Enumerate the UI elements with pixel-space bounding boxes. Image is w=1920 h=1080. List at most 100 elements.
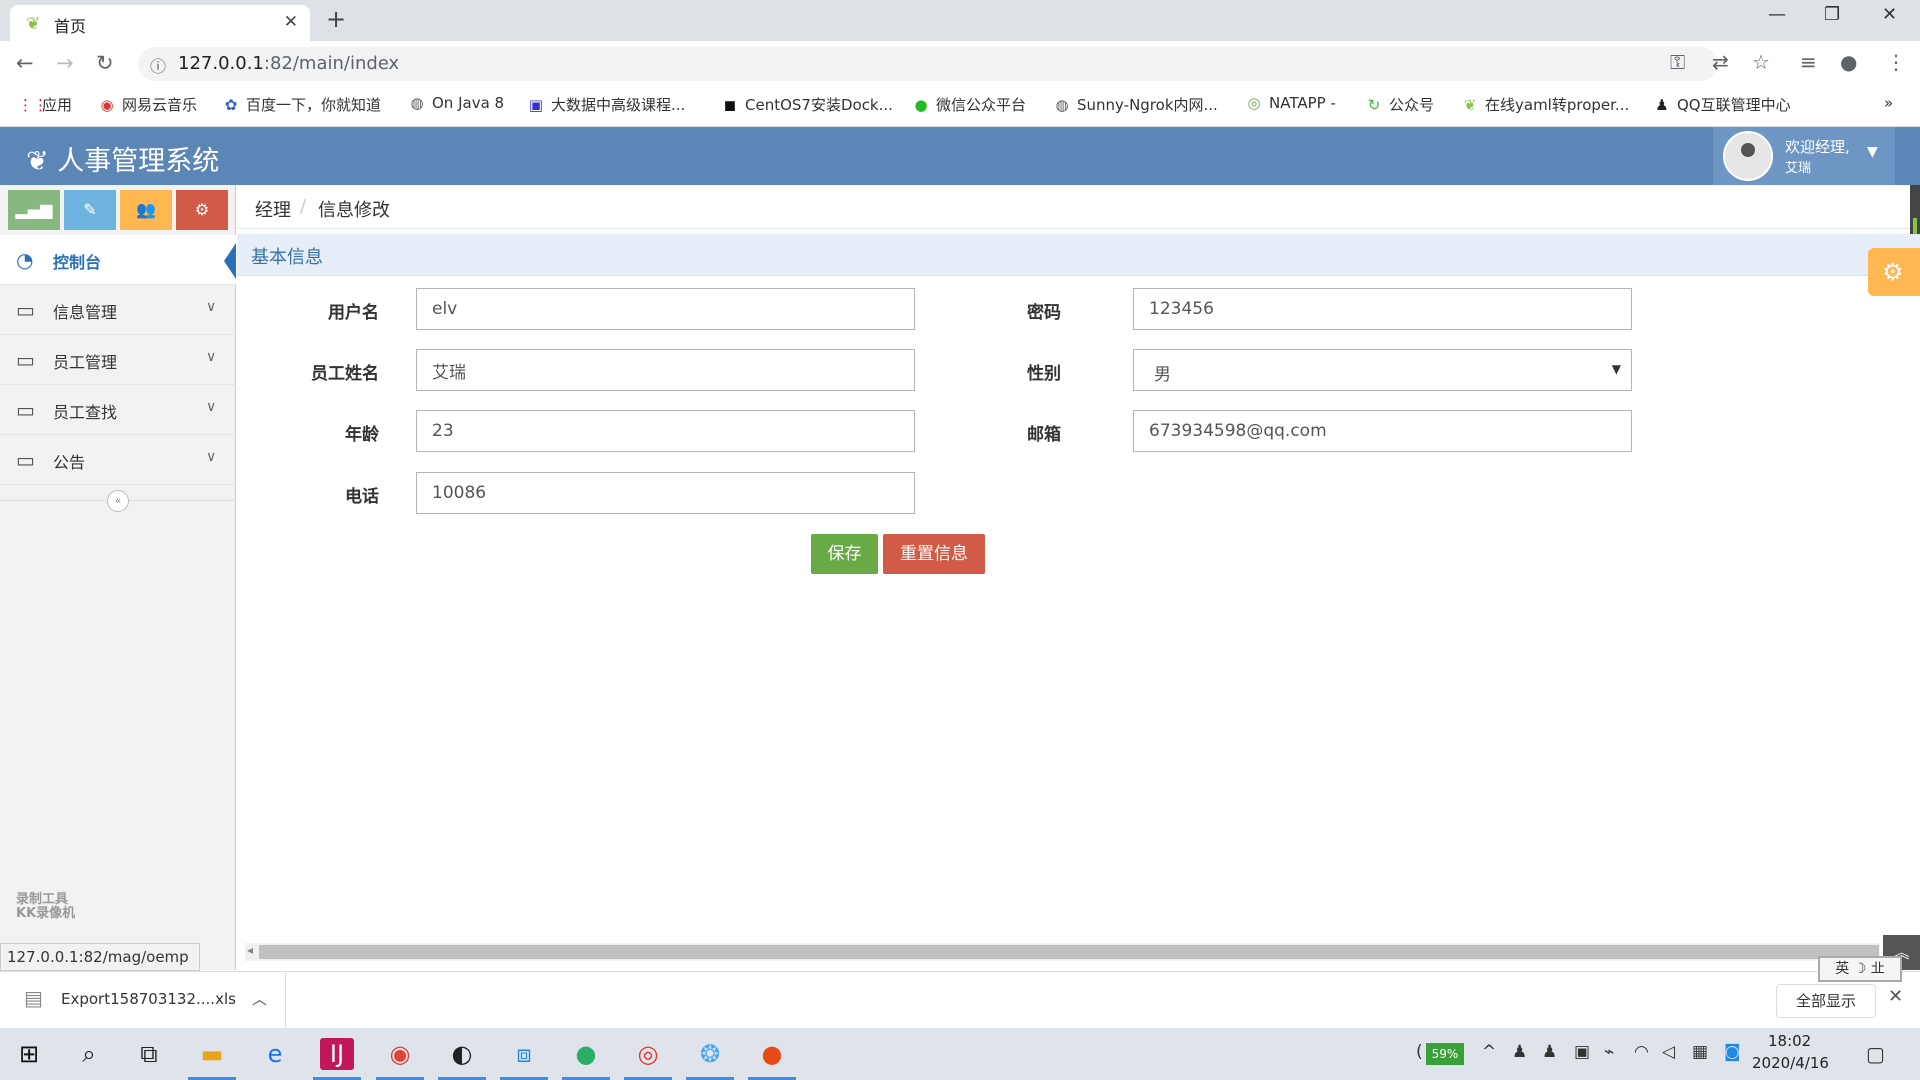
wifi-icon[interactable]: ◠ — [1634, 1042, 1649, 1062]
vmware-icon[interactable]: ⧈ — [507, 1038, 541, 1070]
tray-separator-icon: ( — [1416, 1042, 1423, 1062]
users-shortcut-button[interactable]: 👥 — [120, 190, 172, 230]
sidebar-item-announcement[interactable]: ▭ 公告 ∨ — [0, 435, 236, 485]
tray-expand-icon[interactable]: ^ — [1482, 1042, 1496, 1062]
forward-icon[interactable]: → — [56, 51, 74, 75]
bookmark-item[interactable]: ▣ 大数据中高级课程... — [527, 94, 685, 115]
user-menu[interactable]: 欢迎经理, 艾瑞 ▼ — [1713, 127, 1895, 185]
chrome-icon[interactable]: ◉ — [383, 1038, 417, 1070]
restore-icon[interactable]: ❐ — [1824, 4, 1840, 25]
window-close-icon[interactable]: ✕ — [1882, 4, 1897, 25]
gender-label: 性别 — [1027, 364, 1061, 384]
edge-icon[interactable]: e — [258, 1038, 292, 1070]
bookmark-item[interactable]: ◎ NATAPP - — [1245, 94, 1335, 112]
chevron-up-icon[interactable]: ︿ — [252, 988, 267, 1009]
employee-name-field[interactable] — [416, 349, 915, 391]
save-button[interactable]: 保存 — [811, 534, 878, 574]
sidebar-item-label: 信息管理 — [53, 303, 118, 322]
bookmark-apps[interactable]: ⋮⋮应用 — [18, 94, 72, 115]
sidebar-item-employee-search[interactable]: ▭ 员工查找 ∨ — [0, 385, 236, 435]
clock-date[interactable]: 2020/4/16 — [1752, 1054, 1829, 1072]
scrollbar-thumb[interactable] — [259, 945, 1879, 959]
translate-icon[interactable]: ⇄ — [1712, 50, 1729, 74]
sidebar: ▂▄▆ ✎ 👥 ⚙ ◔ 控制台 ▭ 信息管理 ∨ ▭ 员工管理 ∨ ▭ 员工查找… — [0, 185, 236, 970]
bookmark-item[interactable]: ◍ On Java 8 — [408, 94, 504, 112]
notification-icon[interactable]: ▢ — [1866, 1042, 1885, 1066]
show-all-button[interactable]: 全部显示 — [1776, 984, 1876, 1018]
sidebar-item-label: 员工管理 — [53, 353, 118, 372]
bookmark-star-icon[interactable]: ☆ — [1752, 50, 1770, 74]
globe-icon: ◍ — [410, 94, 424, 112]
edit-shortcut-button[interactable]: ✎ — [64, 190, 116, 230]
app-logo[interactable]: ❦ 人事管理系统 — [26, 139, 219, 178]
horizontal-scrollbar[interactable]: ◂ — [245, 943, 1880, 961]
settings-shortcut-button[interactable]: ⚙ — [176, 190, 228, 230]
intellij-icon[interactable]: IJ — [320, 1038, 354, 1070]
battery-indicator[interactable]: 59% — [1426, 1043, 1464, 1065]
qq-tray-icon[interactable]: ♟ — [1542, 1042, 1557, 1062]
menu-icon[interactable]: ⋮ — [1886, 50, 1906, 74]
age-field[interactable] — [416, 410, 915, 452]
bookmark-item[interactable]: ◼ CentOS7安装Dock... — [721, 94, 893, 115]
signal-bars-icon: ▂▄▆ — [15, 200, 53, 219]
settings-panel-toggle[interactable]: ⚙ — [1868, 248, 1920, 296]
bookmark-item[interactable]: ↻ 公众号 — [1365, 94, 1434, 115]
power-tray-icon[interactable]: ⌁ — [1604, 1042, 1614, 1062]
profile-icon[interactable]: ● — [1840, 50, 1857, 74]
employee-name-label: 员工姓名 — [311, 364, 379, 384]
qq-tray-icon[interactable]: ♟ — [1512, 1042, 1527, 1062]
bookmark-item[interactable]: ◍ Sunny-Ngrok内网... — [1053, 94, 1217, 115]
ime-toolbar[interactable]: 英 ☽ 㐀 — [1818, 956, 1902, 982]
bookmarks-more-icon[interactable]: » — [1884, 94, 1893, 112]
email-field[interactable] — [1133, 410, 1632, 452]
sidebar-item-info-management[interactable]: ▭ 信息管理 ∨ — [0, 285, 236, 335]
bookmark-item[interactable]: ✿ 百度一下，你就知道 — [222, 94, 381, 115]
search-icon[interactable]: ⌕ — [72, 1038, 106, 1070]
sidebar-item-employee-management[interactable]: ▭ 员工管理 ∨ — [0, 335, 236, 385]
site-info-icon[interactable]: ⓘ — [150, 53, 166, 77]
username-field[interactable] — [416, 288, 915, 330]
recorder-icon[interactable]: ● — [755, 1038, 789, 1070]
minimize-icon[interactable]: — — [1768, 4, 1786, 25]
eclipse-icon[interactable]: ◐ — [445, 1038, 479, 1070]
password-label: 密码 — [1027, 303, 1061, 323]
bookmark-item[interactable]: ● 微信公众平台 — [912, 94, 1026, 115]
windows-start-icon[interactable]: ⊞ — [12, 1038, 46, 1070]
wechat-icon[interactable]: ● — [569, 1038, 603, 1070]
bookmark-item[interactable]: ◉ 网易云音乐 — [98, 94, 197, 115]
volume-icon[interactable]: ◁ — [1662, 1042, 1675, 1062]
bookmark-label: 网易云音乐 — [122, 96, 198, 114]
network-tray-icon[interactable]: ▦ — [1692, 1042, 1708, 1062]
key-icon[interactable]: ⚿ — [1670, 50, 1685, 74]
sidebar-collapse-button[interactable]: « — [107, 490, 129, 512]
scroll-left-icon[interactable]: ◂ — [247, 943, 253, 957]
download-item[interactable]: ▤ Export158703132....xls ︿ — [0, 972, 286, 1028]
bookmark-item[interactable]: ❦ 在线yaml转proper... — [1461, 94, 1630, 115]
reload-icon[interactable]: ↻ — [96, 51, 114, 75]
phone-field[interactable] — [416, 472, 915, 514]
back-icon[interactable]: ← — [16, 51, 34, 75]
task-view-icon[interactable]: ⧉ — [132, 1038, 166, 1070]
reset-info-button[interactable]: 重置信息 — [883, 534, 985, 574]
sidebar-item-console[interactable]: ◔ 控制台 — [0, 235, 236, 285]
app-title: 人事管理系统 — [57, 146, 220, 177]
bookmark-item[interactable]: ♟ QQ互联管理中心 — [1653, 94, 1791, 115]
gender-select[interactable]: 男 ▼ — [1133, 349, 1632, 391]
display-tray-icon[interactable]: ▣ — [1574, 1042, 1590, 1062]
close-download-bar-icon[interactable]: ✕ — [1888, 986, 1903, 1007]
file-explorer-icon[interactable]: ▬ — [195, 1038, 229, 1070]
qq-browser-tray-icon[interactable]: ◙ — [1724, 1042, 1741, 1062]
clock-time[interactable]: 18:02 — [1768, 1032, 1811, 1050]
password-field[interactable] — [1133, 288, 1632, 330]
media-icon[interactable]: ≡ — [1800, 50, 1817, 74]
tab-close-icon[interactable]: ✕ — [284, 12, 298, 32]
new-tab-icon[interactable]: + — [326, 5, 346, 33]
snail-icon[interactable]: ◎ — [631, 1038, 665, 1070]
bookmark-label: QQ互联管理中心 — [1677, 96, 1791, 114]
breadcrumb-root[interactable]: 经理 — [255, 196, 291, 222]
stats-shortcut-button[interactable]: ▂▄▆ — [8, 190, 60, 230]
browser-tab[interactable]: ❦ 首页 ✕ — [10, 5, 310, 41]
address-input[interactable]: ⓘ 127.0.0.1:82/main/index — [138, 47, 1718, 81]
user-name: 艾瑞 — [1785, 161, 1812, 176]
app-icon[interactable]: ❂ — [693, 1038, 727, 1070]
